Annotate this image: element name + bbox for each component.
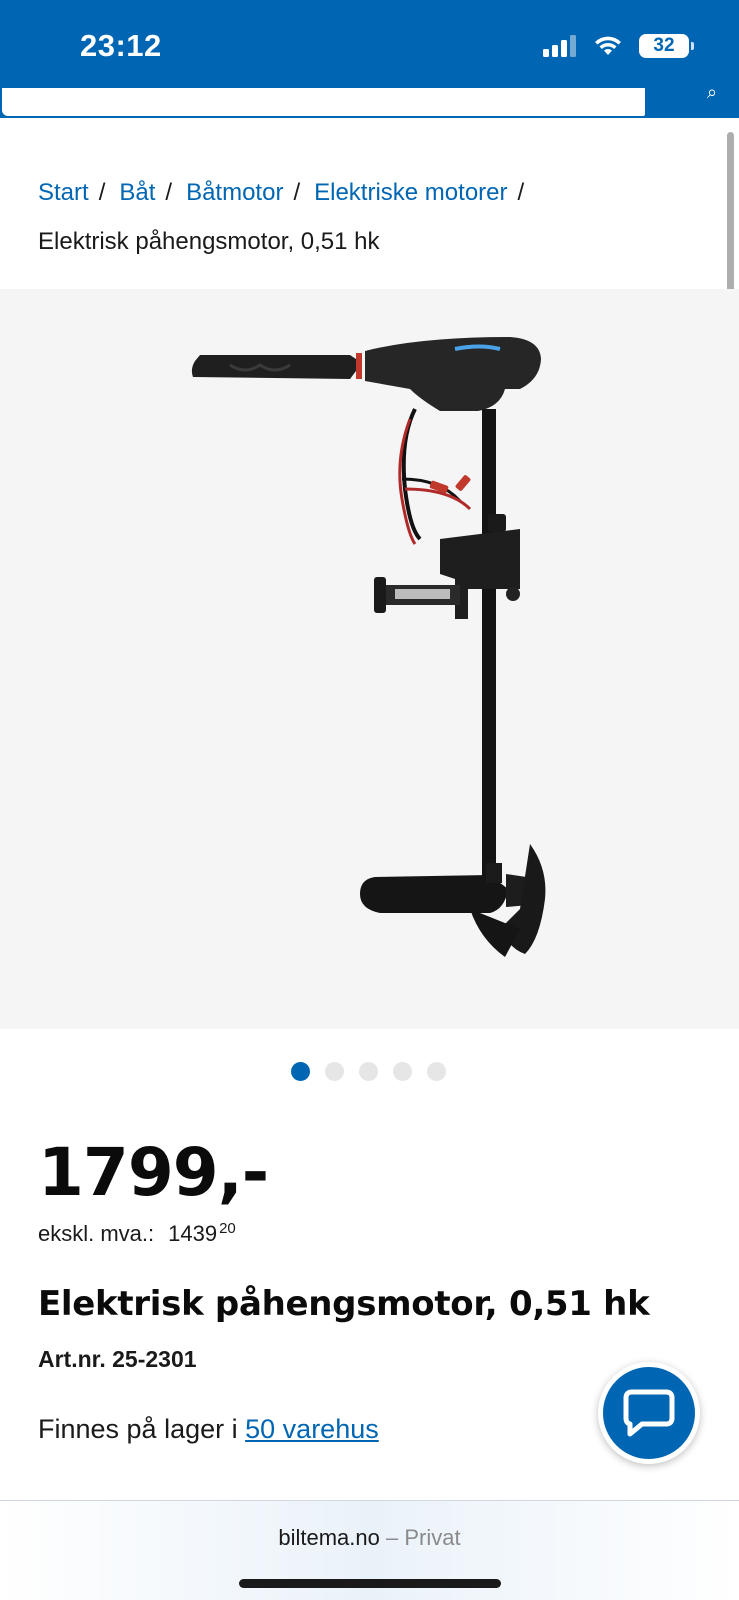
product-image-carousel[interactable] — [0, 289, 739, 1029]
domain-text: biltema.no — [278, 1525, 380, 1550]
breadcrumb-bat[interactable]: Båt — [119, 179, 155, 206]
breadcrumb-elektriske-motorer[interactable]: Elektriske motorer — [314, 179, 507, 206]
battery-icon: 32 — [639, 34, 694, 58]
search-icon: ⌕ — [707, 82, 718, 102]
chat-button[interactable] — [598, 1362, 700, 1464]
private-mode-label: Privat — [404, 1525, 461, 1550]
breadcrumb-separator: / — [293, 179, 301, 206]
carousel-dots — [291, 1062, 446, 1081]
search-input[interactable] — [2, 88, 645, 116]
ex-vat-whole: 1439 — [168, 1221, 218, 1246]
product-title: Elektrisk påhengsmotor, 0,51 hk — [38, 1284, 650, 1324]
signal-icon — [543, 35, 576, 57]
breadcrumb-batmotor[interactable]: Båtmotor — [186, 179, 283, 206]
breadcrumb-separator: / — [517, 179, 525, 206]
product-price: 1799,- — [38, 1134, 269, 1211]
carousel-dot-1[interactable] — [291, 1062, 310, 1081]
home-indicator[interactable] — [239, 1579, 501, 1588]
ex-vat-label: ekskl. mva.: — [38, 1221, 155, 1246]
carousel-dot-3[interactable] — [359, 1062, 378, 1081]
breadcrumb-separator: / — [165, 179, 173, 206]
price-ex-vat: ekskl. mva.: 1439 20 — [38, 1220, 236, 1247]
wifi-icon — [595, 36, 621, 55]
breadcrumb-separator: / — [98, 179, 106, 206]
stock-prefix: Finnes på lager i — [38, 1414, 238, 1444]
breadcrumb: Start / Båt / Båtmotor / Elektriske motorer / E… — [38, 168, 678, 266]
stock-stores-link[interactable]: 50 varehus — [245, 1414, 379, 1444]
clock: 23:12 — [80, 28, 162, 63]
mode-separator: – — [386, 1525, 399, 1550]
breadcrumb-current: Elektrisk påhengsmotor, 0,51 hk — [38, 228, 380, 255]
carousel-dot-4[interactable] — [393, 1062, 412, 1081]
carousel-dot-2[interactable] — [325, 1062, 344, 1081]
chat-icon — [623, 1389, 675, 1437]
browser-domain[interactable]: biltema.no – Privat — [0, 1525, 739, 1551]
product-image — [191, 337, 546, 957]
battery-level: 32 — [653, 35, 675, 56]
status-icons: 32 — [543, 34, 694, 58]
carousel-dot-5[interactable] — [427, 1062, 446, 1081]
ex-vat-cents: 20 — [219, 1220, 236, 1237]
breadcrumb-start[interactable]: Start — [38, 179, 89, 206]
article-number: Art.nr. 25-2301 — [38, 1346, 197, 1372]
stock-status: Finnes på lager i 50 varehus — [38, 1414, 379, 1445]
browser-address-bar[interactable]: biltema.no – Privat — [0, 1500, 739, 1600]
search-button[interactable]: ⌕ — [647, 82, 739, 118]
